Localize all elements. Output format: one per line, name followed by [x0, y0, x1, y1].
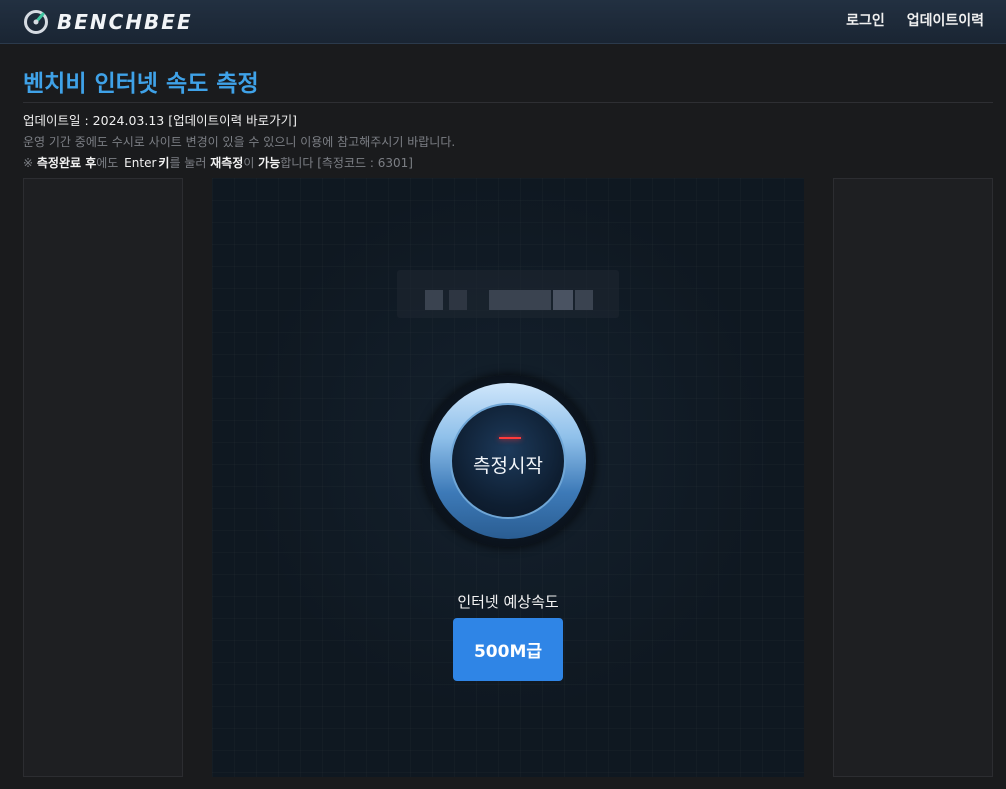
- measure-start-label: 측정시작: [473, 454, 543, 477]
- login-link[interactable]: 로그인: [846, 10, 885, 30]
- top-nav: 로그인 업데이트이력: [846, 0, 984, 40]
- measure-start-button[interactable]: 측정시작: [422, 375, 594, 547]
- top-header: BENCHBEE 로그인 업데이트이력: [0, 0, 1006, 44]
- remeasure-hint: ※ 측정완료 후에도 Enter 키를 눌러 재측정이 가능합니다 [측정코드 :…: [23, 156, 413, 170]
- blurred-ip-info: [397, 270, 619, 318]
- logo-text: BENCHBEE: [57, 10, 193, 34]
- expected-speed-button[interactable]: 500M급: [453, 618, 563, 681]
- right-ad-panel: [833, 178, 993, 777]
- title-divider: [23, 102, 993, 103]
- page-title: 벤치비 인터넷 속도 측정: [23, 71, 259, 97]
- update-date-line: 업데이트일 : 2024.03.13 [업데이트이력 바로가기]: [23, 110, 297, 129]
- expected-speed-caption: 인터넷 예상속도: [457, 593, 559, 611]
- speedometer-icon: [24, 10, 48, 34]
- gauge-indicator: [499, 437, 521, 439]
- site-change-notice: 운영 기간 중에도 수시로 사이트 변경이 있을 수 있으니 이용에 참고해주시…: [23, 135, 456, 149]
- update-date: 업데이트일 : 2024.03.13: [23, 113, 165, 128]
- gauge-ring: 측정시작: [430, 383, 586, 539]
- gauge-inner: 측정시작: [450, 403, 566, 519]
- speed-test-stage: 측정시작 인터넷 예상속도 500M급: [212, 178, 804, 777]
- enter-key-label: Enter: [124, 156, 157, 170]
- update-history-link[interactable]: 업데이트이력: [907, 10, 984, 30]
- benchbee-logo[interactable]: BENCHBEE: [23, 7, 193, 37]
- left-ad-panel: [23, 178, 183, 777]
- update-history-shortcut[interactable]: [업데이트이력 바로가기]: [168, 113, 297, 128]
